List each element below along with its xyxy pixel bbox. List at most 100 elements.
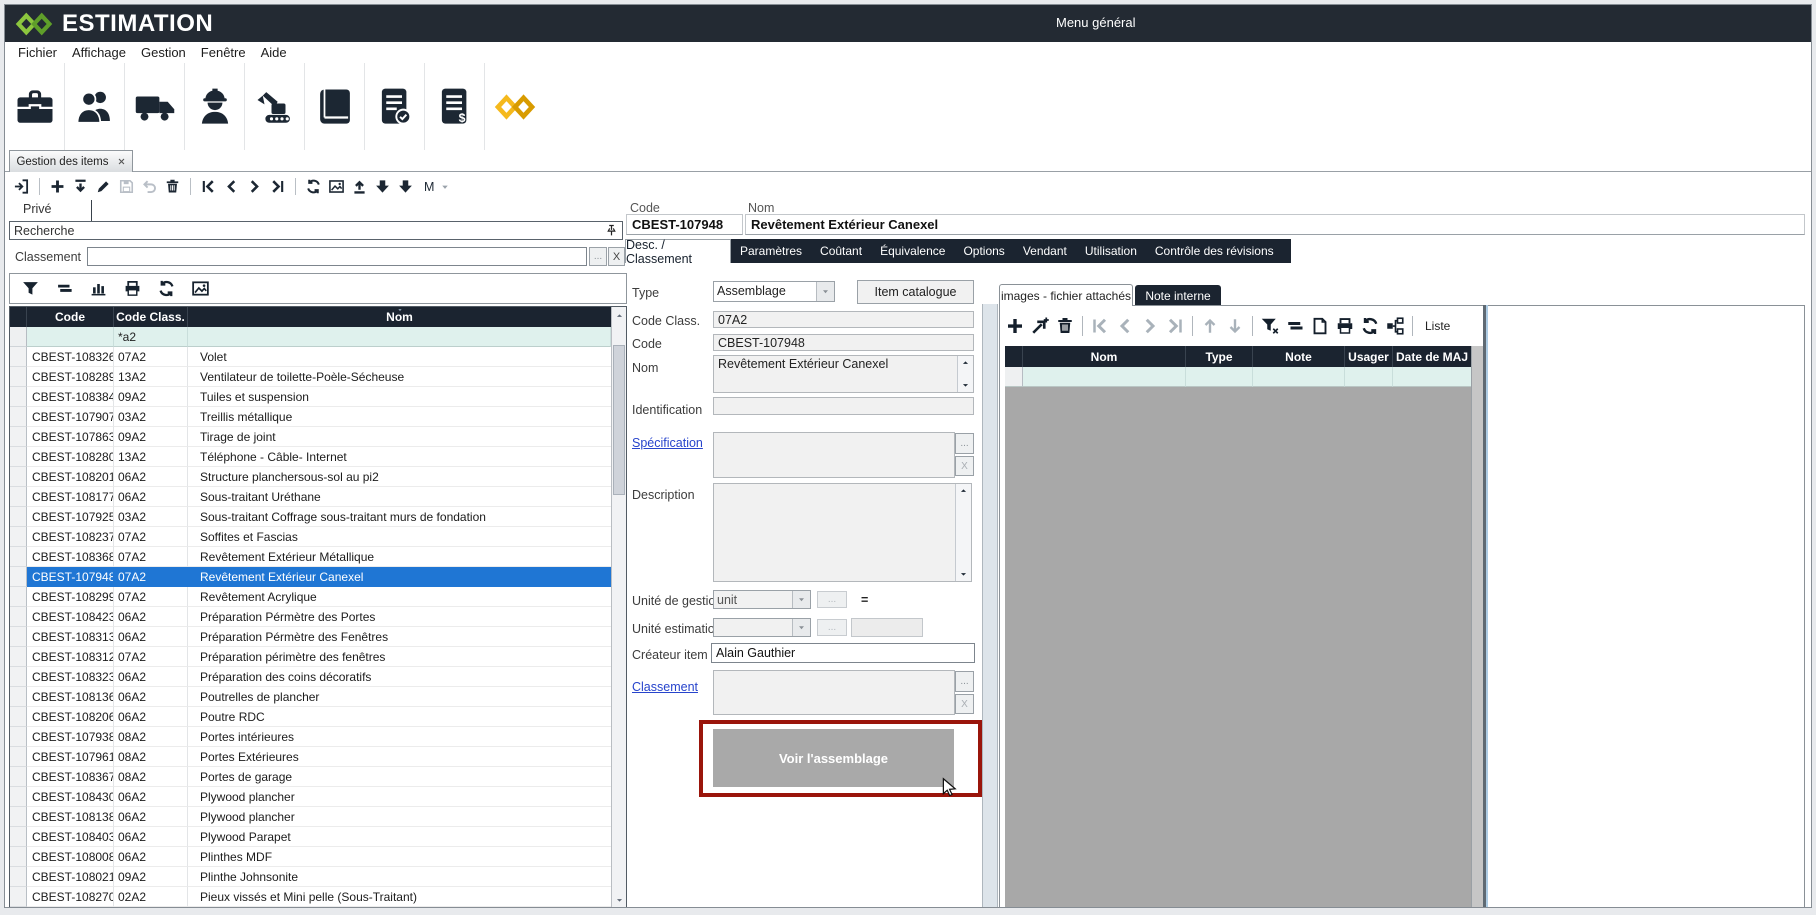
export-icon[interactable] <box>351 178 368 195</box>
cell-code[interactable]: CBEST-107938 <box>27 727 114 747</box>
cell-code[interactable]: CBEST-108136 <box>27 687 114 707</box>
specification-field[interactable] <box>713 432 955 478</box>
table-row[interactable]: CBEST-10820606A2Poutre RDC <box>10 707 626 727</box>
classement-browse-button[interactable]: ... <box>589 247 607 266</box>
cell-code[interactable]: CBEST-108280 <box>27 447 114 467</box>
cell-code-class[interactable]: 09A2 <box>114 387 188 407</box>
cell-code[interactable]: CBEST-108289 <box>27 367 114 387</box>
header-note[interactable]: Note <box>1253 346 1345 367</box>
row-selector[interactable] <box>10 367 27 387</box>
table-row[interactable]: CBEST-10800806A2Plinthes MDF <box>10 847 626 867</box>
cell-code[interactable]: CBEST-108008 <box>27 847 114 867</box>
cell-code[interactable]: CBEST-108367 <box>27 767 114 787</box>
table-row[interactable]: CBEST-10793808A2Portes intérieures <box>10 727 626 747</box>
tab-vendant[interactable]: Vendant <box>1014 244 1076 258</box>
undo-icon[interactable] <box>141 178 158 195</box>
tab-equivalence[interactable]: Équivalence <box>871 244 954 258</box>
tab-coutant[interactable]: Coûtant <box>811 244 871 258</box>
first-icon[interactable] <box>1090 316 1110 336</box>
description-textarea[interactable] <box>713 483 972 582</box>
header-nom[interactable]: Nom <box>188 307 611 327</box>
cell-code-class[interactable]: 06A2 <box>114 627 188 647</box>
detail-nom-field[interactable]: Revêtement Extérieur Canexel <box>745 214 1805 235</box>
table-row[interactable]: CBEST-10831207A2Préparation périmètre de… <box>10 647 626 667</box>
table-row[interactable]: CBEST-10813806A2Plywood plancher <box>10 807 626 827</box>
row-selector[interactable] <box>10 387 27 407</box>
createur-field[interactable]: Alain Gauthier <box>711 643 975 663</box>
unite-gestion-combobox[interactable]: unit <box>713 590 811 609</box>
cell-code-class[interactable]: 06A2 <box>114 467 188 487</box>
image-icon[interactable] <box>328 178 345 195</box>
classement-clear-button[interactable]: X <box>608 247 625 266</box>
menu-fenetre[interactable]: Fenêtre <box>198 45 249 60</box>
cell-nom[interactable]: Préparation Pérmètre des Portes <box>188 607 611 627</box>
cell-code[interactable]: CBEST-107925 <box>27 507 114 527</box>
cell-nom[interactable]: Pieux vissés et Mini pelle (Sous-Traitan… <box>188 887 611 907</box>
next-icon[interactable] <box>1140 316 1160 336</box>
attachments-scrollbar[interactable] <box>1471 346 1483 907</box>
cell-nom[interactable]: Plywood plancher <box>188 807 611 827</box>
module-materiaux-button[interactable] <box>5 63 65 150</box>
tab-gestion-des-items[interactable]: Gestion des items <box>9 150 133 172</box>
tab-parametres[interactable]: Paramètres <box>731 244 811 258</box>
menu-gestion[interactable]: Gestion <box>138 45 189 60</box>
table-row[interactable]: CBEST-10820106A2Structure planchersous-s… <box>10 467 626 487</box>
cell-code[interactable]: CBEST-107948 <box>27 567 114 587</box>
row-selector[interactable] <box>10 467 27 487</box>
cell-nom[interactable]: Poutrelles de plancher <box>188 687 611 707</box>
cell-nom[interactable]: Préparation périmètre des fenêtres <box>188 647 611 667</box>
cell-nom[interactable]: Téléphone - Câble- Internet <box>188 447 611 467</box>
header-code[interactable]: Code <box>27 307 114 327</box>
unite-estimation-combobox[interactable] <box>713 618 811 637</box>
previous-icon[interactable] <box>223 178 240 195</box>
specification-browse-button[interactable]: ... <box>955 433 974 454</box>
filter-icon[interactable] <box>1260 316 1280 336</box>
row-selector[interactable] <box>10 427 27 447</box>
classement-browse-button[interactable]: ... <box>955 671 974 692</box>
cell-code-class[interactable]: 08A2 <box>114 747 188 767</box>
row-selector[interactable] <box>10 707 27 727</box>
specification-link[interactable]: Spécification <box>632 436 703 450</box>
cell-code-class[interactable]: 13A2 <box>114 367 188 387</box>
close-icon[interactable] <box>117 157 126 166</box>
scrollbar-thumb[interactable] <box>613 345 625 495</box>
tab-desc-classement[interactable]: Desc. / Classement <box>625 239 731 263</box>
unite-estimation-browse-button[interactable]: ... <box>817 619 847 636</box>
cell-nom[interactable]: Tuiles et suspension <box>188 387 611 407</box>
cell-code[interactable]: CBEST-108270 <box>27 887 114 907</box>
cell-code-class[interactable]: 07A2 <box>114 347 188 367</box>
table-row[interactable]: CBEST-10792503A2Sous-traitant Coffrage s… <box>10 507 626 527</box>
tab-images-fichier-attaches[interactable]: images - fichier attachés <box>999 284 1133 306</box>
move-down-icon[interactable] <box>1225 316 1245 336</box>
dropdown-icon[interactable] <box>792 591 810 608</box>
classement-link[interactable]: Classement <box>632 680 698 694</box>
cell-code[interactable]: CBEST-107907 <box>27 407 114 427</box>
table-row[interactable]: CBEST-10823707A2Soffites et Fascias <box>10 527 626 547</box>
cell-code-class[interactable]: 07A2 <box>114 587 188 607</box>
header-date-maj[interactable]: Date de MAJ <box>1393 346 1471 367</box>
row-selector[interactable] <box>10 607 27 627</box>
items-filter-row[interactable]: *a2 <box>10 327 626 347</box>
row-selector[interactable] <box>10 507 27 527</box>
cell-code[interactable]: CBEST-108323 <box>27 667 114 687</box>
cell-code-class[interactable]: 07A2 <box>114 527 188 547</box>
table-row[interactable]: CBEST-10828013A2Téléphone - Câble- Inter… <box>10 447 626 467</box>
classement-input[interactable] <box>87 247 587 266</box>
menu-affichage[interactable]: Affichage <box>69 45 129 60</box>
cell-code[interactable]: CBEST-108312 <box>27 647 114 667</box>
cell-code[interactable]: CBEST-108021 <box>27 867 114 887</box>
dropdown-icon[interactable] <box>792 619 810 636</box>
row-selector[interactable] <box>10 527 27 547</box>
cell-code[interactable]: CBEST-107961 <box>27 747 114 767</box>
search-input[interactable]: Recherche <box>9 221 623 240</box>
row-selector[interactable] <box>10 847 27 867</box>
table-row[interactable]: CBEST-10836807A2Revêtement Extérieur Mét… <box>10 547 626 567</box>
cell-nom[interactable]: Revêtement Extérieur Métallique <box>188 547 611 567</box>
module-camions-button[interactable] <box>125 63 185 150</box>
cell-code[interactable]: CBEST-108299 <box>27 587 114 607</box>
last-icon[interactable] <box>1165 316 1185 336</box>
lines-icon[interactable] <box>55 279 74 298</box>
pin-icon[interactable] <box>605 224 618 237</box>
cell-code-class[interactable]: 06A2 <box>114 787 188 807</box>
cell-code-class[interactable]: 08A2 <box>114 727 188 747</box>
